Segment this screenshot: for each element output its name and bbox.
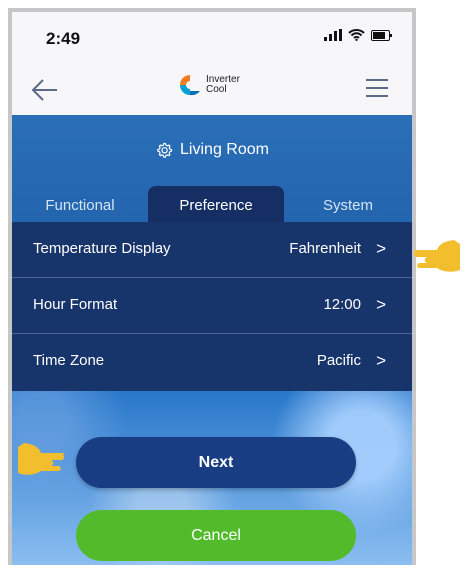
logo-text: Inverter Cool [206,75,240,95]
status-icons [324,29,392,41]
chevron-right-icon: > [376,295,386,314]
top-navigation-bar: Inverter Cool [12,64,412,115]
chevron-right-icon: > [376,239,386,258]
room-name: Living Room [180,141,269,158]
setting-label: Temperature Display [33,240,171,257]
settings-tabs: Functional Preference System [12,186,412,222]
setting-value: 12:00 [323,296,361,313]
status-bar: 2:49 [12,12,412,64]
setting-row-hour-format[interactable]: Hour Format 12:00 > [12,278,412,334]
chevron-right-icon: > [376,351,386,370]
preference-settings-list: Temperature Display Fahrenheit > Hour Fo… [12,222,412,391]
next-button[interactable]: Next [76,437,356,488]
back-arrow-icon[interactable] [30,76,60,104]
setting-label: Hour Format [33,296,118,313]
pointing-hand-icon [413,240,460,272]
phone-screen: 2:49 Inverter Cool Living Room Functiona… [12,12,412,565]
tab-functional[interactable]: Functional [12,186,148,222]
brand-logo: Inverter Cool [178,73,240,97]
setting-row-temperature-display[interactable]: Temperature Display Fahrenheit > [12,222,412,278]
status-time: 2:49 [46,29,81,48]
pointing-hand-icon [18,443,65,475]
hamburger-menu-icon[interactable] [366,79,388,97]
setting-value: Pacific [316,352,361,369]
wifi-icon [348,29,365,41]
battery-icon [371,29,392,41]
tab-system[interactable]: System [284,186,412,222]
phone-frame: 2:49 Inverter Cool Living Room Functiona… [8,8,416,565]
logo-line-2: Cool [206,84,227,95]
main-panel: Living Room Functional Preference System… [12,115,412,565]
setting-row-time-zone[interactable]: Time Zone Pacific > [12,334,412,389]
setting-value: Fahrenheit [289,240,361,257]
cancel-button[interactable]: Cancel [76,510,356,561]
room-header: Living Room [12,141,412,164]
setting-label: Time Zone [33,352,105,369]
tab-preference[interactable]: Preference [148,186,284,222]
logo-mark-icon [180,75,200,96]
gear-icon [157,142,173,158]
signal-icon [324,29,342,41]
